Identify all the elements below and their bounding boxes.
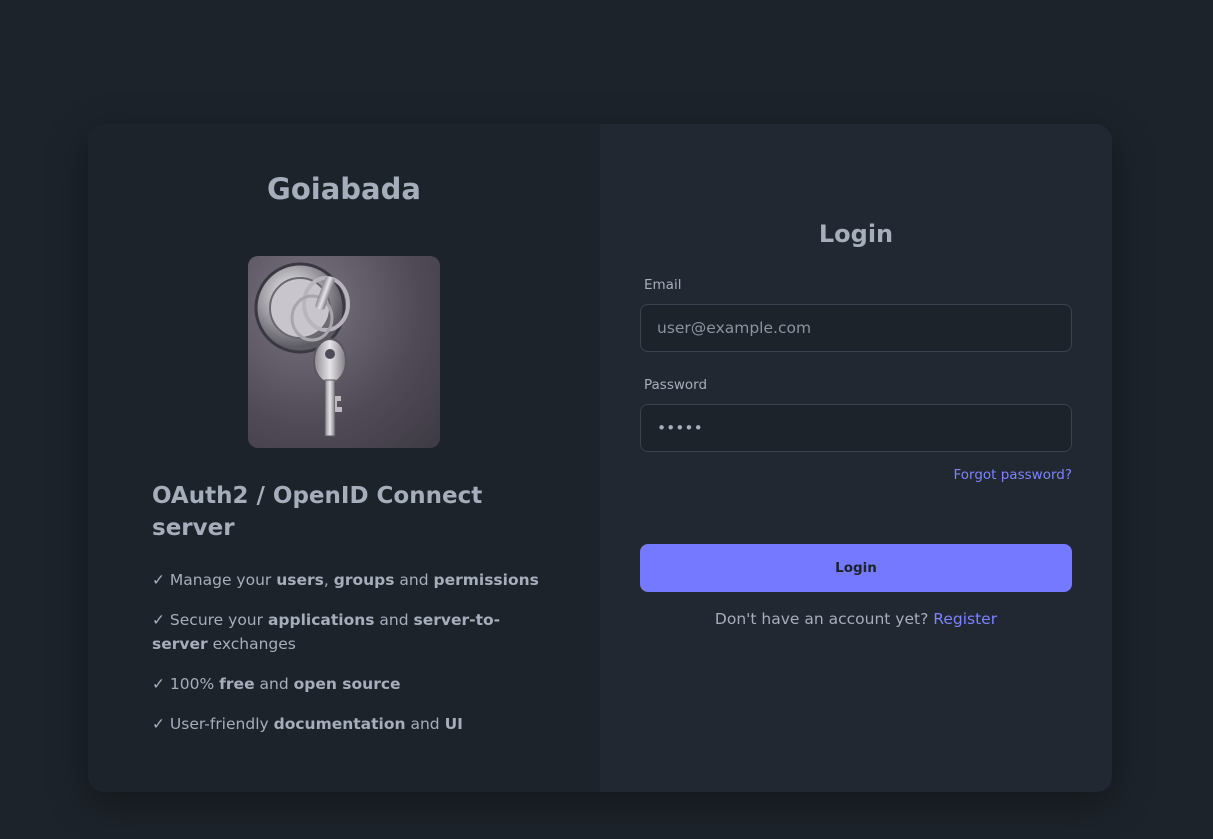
product-subtitle: OAuth2 / OpenID Connect server bbox=[152, 483, 483, 541]
email-field[interactable] bbox=[640, 304, 1072, 352]
forgot-password-link[interactable]: Forgot password? bbox=[953, 467, 1072, 483]
password-label: Password bbox=[644, 377, 708, 393]
auth-card: Goiabada OAuth2 / OpenID Connect server … bbox=[88, 124, 1112, 792]
login-panel: Login Email Password Forgot password? Lo… bbox=[600, 124, 1112, 792]
check-icon: ✓ bbox=[152, 571, 165, 589]
feature-item: ✓ Secure your applications and server-to… bbox=[152, 611, 501, 653]
email-label: Email bbox=[644, 277, 682, 293]
register-prompt-line: Don't have an account yet? Register bbox=[600, 610, 1112, 628]
brand-title: Goiabada bbox=[267, 172, 421, 206]
register-prompt: Don't have an account yet? bbox=[714, 610, 929, 628]
feature-list: ✓ Manage your users, groups and permissi… bbox=[152, 568, 542, 752]
feature-item: ✓ Manage your users, groups and permissi… bbox=[152, 571, 539, 589]
key-lock-image bbox=[248, 256, 440, 448]
feature-item: ✓ User-friendly documentation and UI bbox=[152, 715, 463, 733]
key-lock-illustration bbox=[254, 262, 350, 437]
info-panel: Goiabada OAuth2 / OpenID Connect server … bbox=[88, 124, 600, 792]
check-icon: ✓ bbox=[152, 675, 165, 693]
login-heading: Login bbox=[818, 220, 894, 248]
password-field[interactable] bbox=[640, 404, 1072, 452]
feature-item: ✓ 100% free and open source bbox=[152, 675, 401, 693]
register-link[interactable]: Register bbox=[933, 610, 997, 628]
login-button[interactable]: Login bbox=[640, 544, 1072, 592]
check-icon: ✓ bbox=[152, 715, 165, 733]
check-icon: ✓ bbox=[152, 611, 165, 629]
